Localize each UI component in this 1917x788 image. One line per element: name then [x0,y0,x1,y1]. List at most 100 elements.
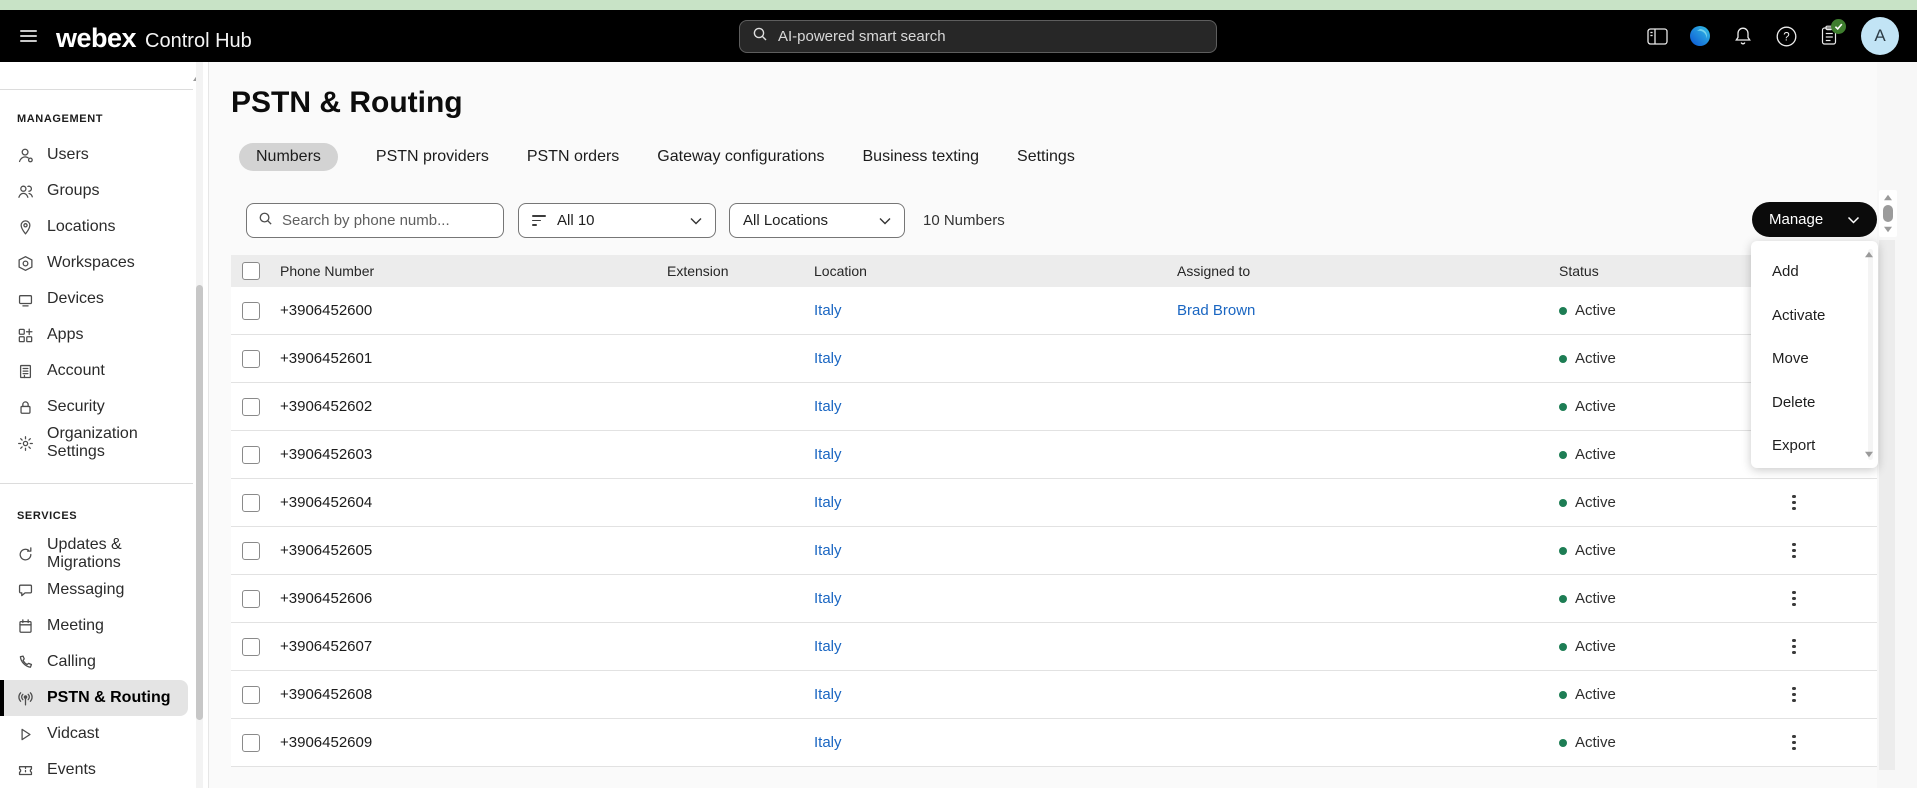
table-scrollbar[interactable] [1879,190,1897,237]
sidebar-item-meeting[interactable]: Meeting [0,608,193,644]
chevron-down-icon [690,212,702,229]
location-link[interactable]: Italy [814,638,842,655]
status-dot-icon [1559,403,1567,411]
menu-item-delete[interactable]: Delete [1751,381,1878,425]
tab-settings[interactable]: Settings [1017,148,1075,166]
phone-search-input[interactable]: Search by phone numb... [246,203,504,238]
row-actions-kebab-icon[interactable] [1786,681,1801,708]
location-link[interactable]: Italy [814,590,842,607]
row-checkbox[interactable] [242,350,260,368]
tab-pstn-orders[interactable]: PSTN orders [527,148,619,166]
product-name: Control Hub [145,30,252,53]
sidebar-item-calling[interactable]: Calling [0,644,193,680]
sidebar-item-label: Meeting [47,617,104,635]
row-checkbox[interactable] [242,542,260,560]
tab-pstn-providers[interactable]: PSTN providers [376,148,489,166]
scrollbar-track[interactable] [1879,240,1895,770]
sidebar-item-users[interactable]: Users [0,137,193,173]
ticket-icon [17,762,34,779]
global-search-input[interactable]: AI-powered smart search [739,20,1217,53]
sidebar-item-account[interactable]: Account [0,353,193,389]
sidebar-item-updates-migrations[interactable]: Updates & Migrations [0,536,193,572]
user-avatar[interactable]: A [1861,17,1899,55]
row-checkbox[interactable] [242,734,260,752]
tab-business-texting[interactable]: Business texting [863,148,980,166]
row-actions-kebab-icon[interactable] [1786,585,1801,612]
menu-item-move[interactable]: Move [1751,337,1878,381]
page-title: PSTN & Routing [231,86,463,120]
sidebar-scrollbar-thumb[interactable] [196,285,203,720]
scrollbar-thumb[interactable] [1883,205,1893,222]
avatar-letter: A [1874,26,1885,46]
number-filter-dropdown[interactable]: All 10 [518,203,716,238]
sidebar-item-events[interactable]: Events [0,752,193,788]
refresh-icon [17,546,34,563]
location-link[interactable]: Italy [814,350,842,367]
assigned-to-link[interactable]: Brad Brown [1177,302,1255,319]
row-checkbox[interactable] [242,590,260,608]
sidebar-item-workspaces[interactable]: Workspaces [0,245,193,281]
sidebar-item-vidcast[interactable]: Vidcast [0,716,193,752]
sidebar-item-groups[interactable]: Groups [0,173,193,209]
select-all-checkbox[interactable] [242,262,260,280]
menu-scroll-down-icon[interactable] [1865,452,1873,458]
scroll-down-icon[interactable] [1884,227,1892,233]
location-link[interactable]: Italy [814,494,842,511]
webex-assistant-icon[interactable] [1689,25,1711,47]
status-badge: Active [1559,623,1616,670]
location-link[interactable]: Italy [814,398,842,415]
sidebar-item-pstn-routing[interactable]: PSTN & Routing [0,680,188,716]
sidebar-item-apps[interactable]: Apps [0,317,193,353]
row-checkbox[interactable] [242,398,260,416]
menu-item-activate[interactable]: Activate [1751,294,1878,338]
status-badge: Active [1559,479,1616,526]
right-scroll-rail [1877,62,1917,788]
location-link[interactable]: Italy [814,686,842,703]
sidebar-item-security[interactable]: Security [0,389,193,425]
row-checkbox[interactable] [242,494,260,512]
sidebar-item-organization-settings[interactable]: Organization Settings [0,425,193,461]
location-filter-dropdown[interactable]: All Locations [729,203,905,238]
scroll-up-icon[interactable] [1884,195,1892,201]
brand-logo: webex Control Hub [56,23,252,54]
whats-new-icon[interactable] [1818,25,1840,47]
apps-grid-icon [17,327,34,344]
sidebar-item-locations[interactable]: Locations [0,209,193,245]
row-checkbox[interactable] [242,638,260,656]
tab-numbers[interactable]: Numbers [239,143,338,171]
row-checkbox[interactable] [242,302,260,320]
notifications-bell-icon[interactable] [1732,25,1754,47]
panel-layout-icon[interactable] [1646,25,1668,47]
phone-number-cell: +3906452608 [280,671,372,718]
location-link[interactable]: Italy [814,542,842,559]
sidebar-item-messaging[interactable]: Messaging [0,572,193,608]
row-checkbox[interactable] [242,686,260,704]
sidebar-item-devices[interactable]: Devices [0,281,193,317]
row-actions-kebab-icon[interactable] [1786,633,1801,660]
sidebar-divider [0,483,193,484]
row-actions-kebab-icon[interactable] [1786,489,1801,516]
column-header-location: Location [814,255,867,287]
status-badge: Active [1559,527,1616,574]
location-link[interactable]: Italy [814,302,842,319]
menu-item-export[interactable]: Export [1751,424,1878,468]
row-actions-kebab-icon[interactable] [1786,729,1801,756]
menu-scrollbar-track[interactable] [1868,249,1873,460]
hamburger-menu-icon[interactable] [20,30,37,43]
sidebar-item-label: Locations [47,218,116,236]
row-checkbox[interactable] [242,446,260,464]
table-row: +3906452603ItalyActive [231,431,1877,479]
sidebar-services-list: Updates & MigrationsMessaging Meeting Call… [0,536,193,788]
tab-gateway-configurations[interactable]: Gateway configurations [657,148,824,166]
sidebar-section-services: SERVICES [17,510,77,522]
row-actions-kebab-icon[interactable] [1786,537,1801,564]
menu-item-add[interactable]: Add [1751,250,1878,294]
menu-scroll-up-icon[interactable] [1865,252,1873,258]
help-icon[interactable]: ? [1775,25,1797,47]
status-dot-icon [1559,595,1567,603]
column-header-phone: Phone Number [280,255,374,287]
status-badge: Active [1559,383,1616,430]
location-link[interactable]: Italy [814,734,842,751]
manage-button[interactable]: Manage [1752,202,1877,237]
location-link[interactable]: Italy [814,446,842,463]
